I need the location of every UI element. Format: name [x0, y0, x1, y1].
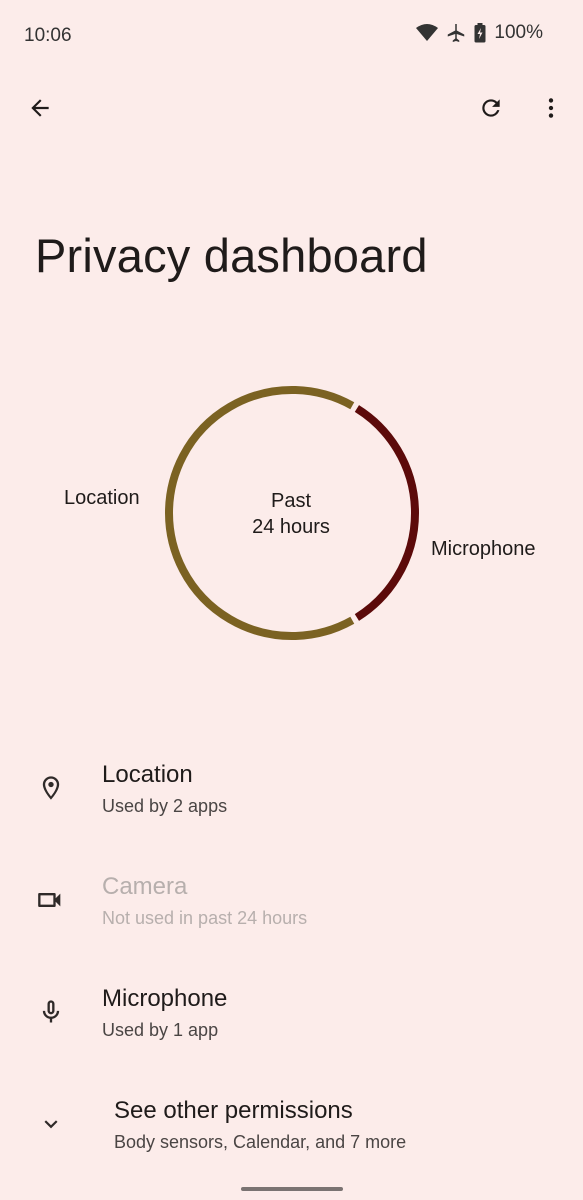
battery-percent: 100% [494, 22, 543, 43]
ring-label-location: Location [64, 487, 140, 509]
see-other-permissions-title: See other permissions [114, 1097, 353, 1124]
permission-subtitle: Used by 1 app [102, 1020, 219, 1040]
ring-label-microphone: Microphone [431, 538, 536, 560]
status-icons: 100% [416, 22, 543, 44]
top-app-bar [0, 80, 583, 140]
ring-center-line2: 24 hours [252, 516, 330, 538]
battery-icon [474, 23, 486, 43]
page-title: Privacy dashboard [35, 229, 428, 282]
home-indicator[interactable] [241, 1187, 343, 1191]
permission-subtitle: Used by 2 apps [102, 796, 228, 816]
status-time: 10:06 [24, 25, 72, 46]
ring-center-line1: Past [270, 490, 312, 512]
airplane-mode-icon [446, 23, 466, 43]
microphone-icon [34, 995, 68, 1029]
ring-center-label: Past 24 hours [191, 488, 391, 540]
location-pin-icon [34, 771, 68, 805]
back-arrow-icon [27, 95, 53, 126]
camera-icon [34, 883, 68, 917]
refresh-icon [478, 95, 504, 126]
wifi-icon [416, 24, 439, 42]
more-vert-icon [538, 95, 564, 126]
refresh-button[interactable] [467, 86, 515, 134]
permission-title: Location [102, 761, 193, 788]
permission-item-microphone[interactable]: Microphone Used by 1 app [0, 969, 583, 1069]
permission-item-camera[interactable]: Camera Not used in past 24 hours [0, 857, 583, 957]
see-other-permissions-subtitle: Body sensors, Calendar, and 7 more [114, 1132, 407, 1152]
permission-item-location[interactable]: Location Used by 2 apps [0, 745, 583, 845]
permission-title: Microphone [102, 985, 228, 1012]
permission-subtitle: Not used in past 24 hours [102, 908, 308, 928]
usage-ring-chart: Past 24 hours Location Microphone [0, 360, 583, 660]
back-button[interactable] [16, 86, 64, 134]
status-bar: 10:06 100% [0, 0, 583, 70]
more-options-button[interactable] [527, 86, 575, 134]
permission-title: Camera [102, 873, 188, 900]
see-other-permissions-item[interactable]: See other permissions Body sensors, Cale… [0, 1081, 583, 1181]
chevron-down-icon [34, 1107, 68, 1141]
